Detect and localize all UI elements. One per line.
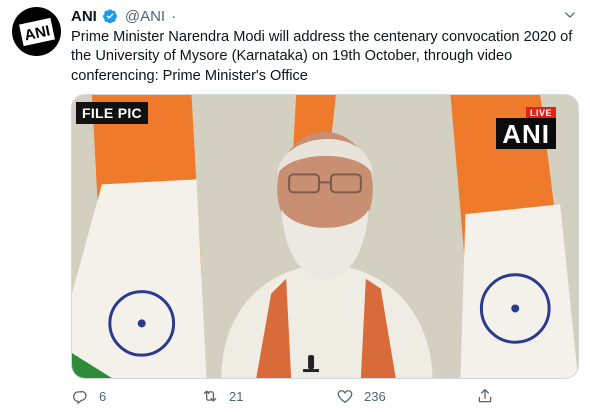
retweet-button[interactable]: 21: [201, 385, 243, 407]
more-options-button[interactable]: [560, 5, 580, 25]
tweet-text: Prime Minister Narendra Modi will addres…: [71, 29, 573, 84]
reply-count: 6: [99, 388, 107, 404]
verified-badge-icon: [102, 9, 117, 24]
tweet-header: ANI @ANI ·: [71, 6, 178, 26]
heart-icon: [337, 390, 353, 404]
avatar[interactable]: ANI: [12, 7, 61, 56]
reply-icon: [72, 390, 87, 405]
chevron-down-icon: [565, 12, 575, 18]
retweet-icon: [203, 390, 217, 402]
share-icon: [478, 388, 492, 403]
separator-dot: ·: [171, 7, 177, 25]
author-handle[interactable]: @ANI: [125, 8, 165, 25]
file-pic-badge: FILE PIC: [76, 102, 148, 124]
like-count: 236: [364, 388, 386, 404]
tweet-actions: 6 21 236: [71, 385, 571, 407]
ani-logo-icon: ANI: [18, 17, 55, 46]
reply-button[interactable]: 6: [71, 385, 106, 407]
flag-right-white: [460, 204, 578, 378]
like-button[interactable]: 236: [336, 385, 386, 407]
retweet-count: 21: [229, 388, 244, 404]
tweet-media-video[interactable]: FILE PIC LIVE ANI: [71, 94, 579, 379]
author-name[interactable]: ANI: [71, 8, 97, 25]
tweet[interactable]: ANI ANI @ANI · Prime Minister Narendra M…: [0, 0, 590, 413]
channel-logo: ANI: [496, 118, 556, 149]
share-button[interactable]: [476, 385, 494, 407]
